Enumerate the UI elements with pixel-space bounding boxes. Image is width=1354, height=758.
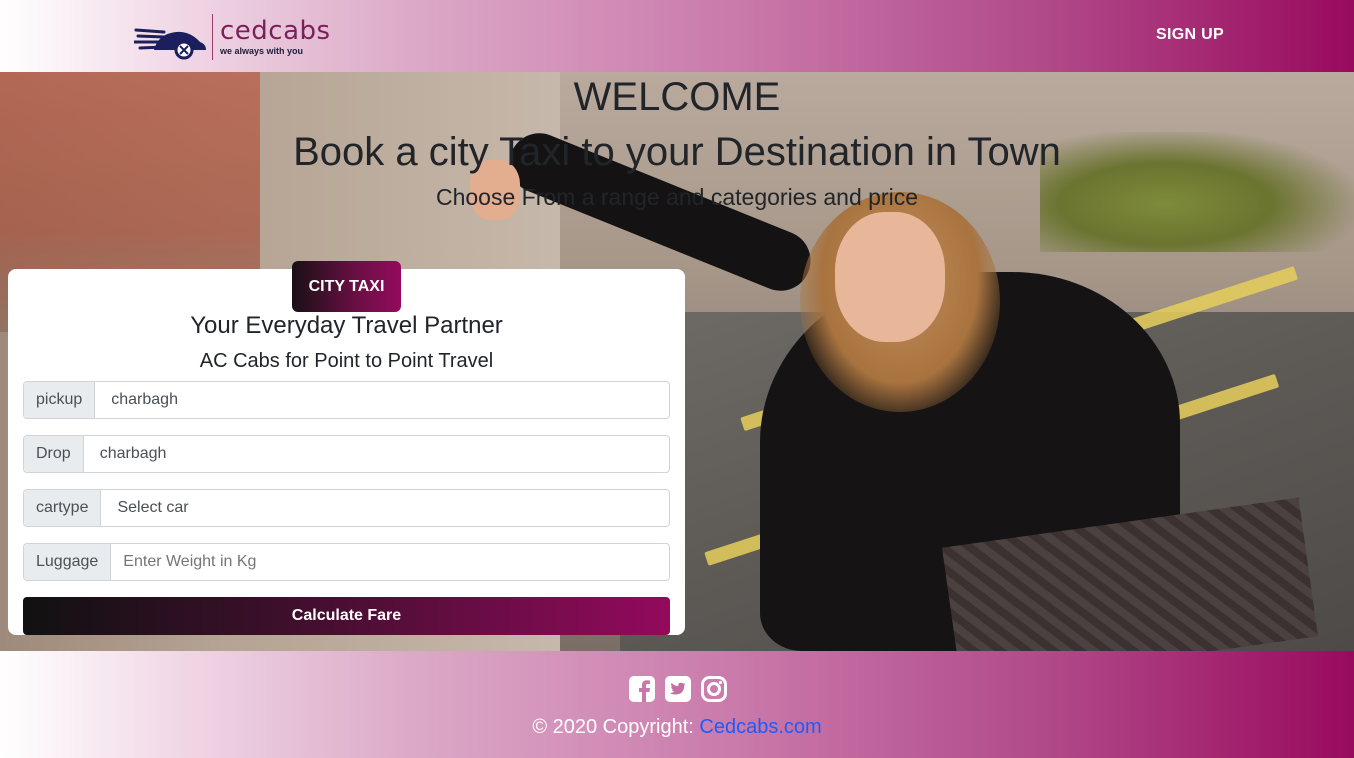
city-taxi-tab[interactable]: CITY TAXI: [292, 261, 401, 312]
calculate-fare-button[interactable]: Calculate Fare: [23, 597, 670, 635]
footer: © 2020 Copyright: Cedcabs.com: [0, 651, 1354, 758]
copyright-link[interactable]: Cedcabs.com: [699, 716, 821, 738]
booking-title: Your Everyday Travel Partner: [190, 312, 503, 339]
facebook-icon[interactable]: [628, 675, 656, 703]
booking-subtitle: AC Cabs for Point to Point Travel: [199, 350, 494, 372]
brand-tagline: we always with you: [220, 46, 304, 56]
luggage-field: Luggage: [23, 543, 670, 581]
pickup-field: pickup charbagh: [23, 381, 670, 419]
twitter-icon[interactable]: [664, 675, 692, 703]
drop-field: Drop charbagh: [23, 435, 670, 473]
brand-name: cedcabs: [220, 16, 331, 46]
instagram-icon[interactable]: [700, 675, 728, 703]
signup-link[interactable]: SIGN UP: [1130, 26, 1250, 44]
cartype-field: cartype Select car: [23, 489, 670, 527]
social-links: [628, 675, 728, 703]
pickup-select[interactable]: charbagh: [95, 382, 669, 418]
hero-subline: Choose From a range and categories and p…: [435, 184, 918, 210]
top-navbar: cedcabs we always with you SIGN UP: [0, 0, 1354, 72]
hero-person-face: [835, 212, 945, 342]
cartype-select[interactable]: Select car: [101, 490, 669, 526]
hero-headline: Book a city Taxi to your Destination in …: [293, 130, 1061, 174]
logo-divider: [212, 14, 213, 60]
drop-label: Drop: [24, 436, 84, 472]
luggage-input[interactable]: [111, 544, 669, 580]
hero-welcome: WELCOME: [573, 75, 781, 119]
copyright-prefix: © 2020 Copyright:: [532, 716, 700, 738]
cartype-label: cartype: [24, 490, 102, 526]
brand-logo[interactable]: cedcabs we always with you: [134, 12, 334, 62]
luggage-label: Luggage: [24, 544, 112, 580]
pickup-label: pickup: [24, 382, 96, 418]
drop-select[interactable]: charbagh: [84, 436, 669, 472]
copyright-text: © 2020 Copyright: Cedcabs.com: [0, 716, 1354, 739]
car-logo-icon: [134, 28, 206, 60]
